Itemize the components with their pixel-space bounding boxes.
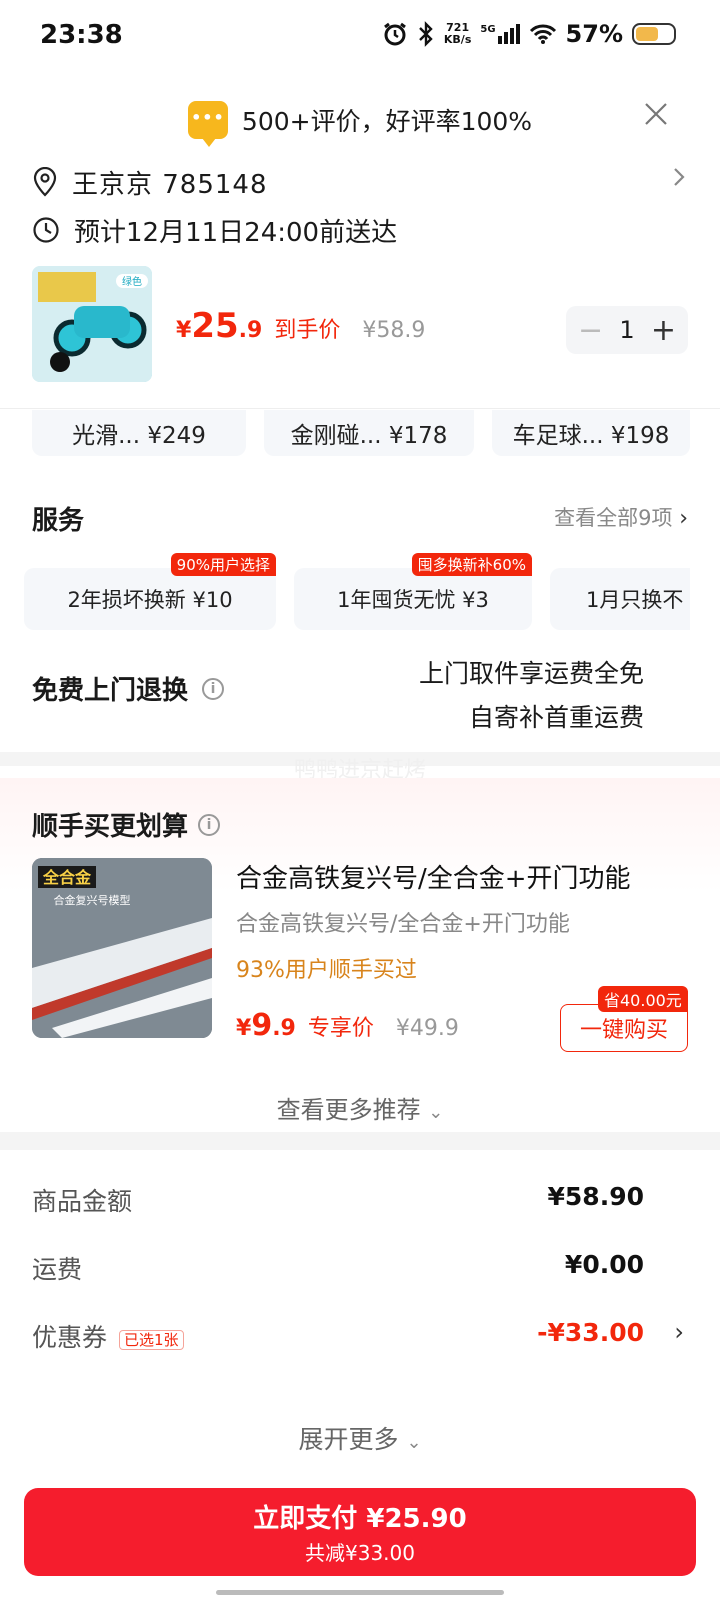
divider	[0, 408, 720, 409]
service-badge: 囤多换新补60%	[411, 553, 532, 576]
free-return-line1: 上门取件享运费全免	[418, 659, 644, 688]
toy-car-image: 绿色	[32, 266, 152, 382]
save-badge: 省40.00元	[598, 986, 688, 1012]
coupon-row[interactable]: 优惠券 已选1张	[32, 1318, 184, 1354]
qty-minus-button[interactable]: −	[578, 313, 603, 348]
service-option-label: 1年囤货无忧 ¥3	[337, 588, 489, 612]
chevron-right-icon[interactable]: ›	[674, 1318, 684, 1346]
shipping-label: 运费	[32, 1255, 83, 1284]
qty-plus-button[interactable]: +	[651, 313, 676, 348]
battery-percent: 57%	[565, 20, 623, 48]
address-row[interactable]: 王京京 785148	[32, 162, 692, 202]
addon-product-name[interactable]: 合金高铁复兴号/全合金+开门功能	[236, 858, 631, 895]
review-text: 500+评价，好评率100%	[241, 107, 533, 136]
pay-now-button[interactable]: 立即支付 ¥25.90 共减¥33.00	[24, 1488, 696, 1576]
status-icons: 721 KB/s 5G 57%	[382, 20, 676, 48]
clock-icon	[33, 217, 59, 243]
goods-amount-value: ¥58.90	[547, 1182, 644, 1211]
option-chip[interactable]: 车足球... ¥198	[492, 410, 690, 456]
original-price: ¥58.9	[362, 318, 426, 343]
see-more-label: 查看更多推荐	[276, 1096, 421, 1124]
addon-image-text: 全合金	[42, 868, 92, 887]
price-integer: 9	[251, 1008, 273, 1043]
chevron-right-icon: ›	[679, 506, 688, 531]
address-name-code: 王京京 785148	[72, 169, 268, 200]
price-label: 到手价	[274, 318, 341, 343]
network-speed: 721 KB/s	[443, 21, 472, 46]
chevron-down-icon: ⌄	[428, 1102, 444, 1123]
price-label: 专享价	[307, 1016, 374, 1041]
services-see-all[interactable]: 查看全部9项 ›	[554, 502, 688, 532]
addon-price-row: ¥ 9 .9 专享价 ¥49.9	[236, 1008, 459, 1043]
home-indicator[interactable]	[216, 1590, 504, 1595]
close-icon[interactable]	[642, 100, 670, 128]
addon-image-sub: 合金复兴号模型	[54, 893, 131, 907]
option-chip[interactable]: 金刚碰... ¥178	[264, 410, 474, 456]
addon-bought-together: 93%用户顺手买过	[236, 958, 417, 983]
see-more-recommendations[interactable]: 查看更多推荐 ⌄	[0, 1090, 720, 1125]
service-option-label: 1月只换不	[586, 588, 684, 612]
option-chip[interactable]: 光滑... ¥249	[32, 410, 246, 456]
section-divider	[0, 1132, 720, 1150]
quantity-stepper: − 1 +	[566, 306, 688, 354]
pay-discount-total: 共减¥33.00	[305, 1541, 415, 1565]
bluetooth-icon	[419, 21, 433, 47]
location-pin-icon	[33, 167, 57, 197]
cell-signal-icon: 5G	[480, 24, 520, 44]
price-currency: ¥	[236, 1016, 252, 1041]
info-icon[interactable]: i	[198, 813, 221, 836]
service-option[interactable]: 1月只换不	[550, 568, 690, 630]
battery-icon	[632, 23, 676, 45]
wifi-icon	[529, 24, 556, 44]
free-return-desc: 上门取件享运费全免 自寄补首重运费	[419, 652, 644, 740]
service-option[interactable]: 2年损坏换新 ¥10 90%用户选择	[24, 553, 276, 630]
coupon-selected-tag: 已选1张	[119, 1329, 184, 1350]
addon-title-label: 顺手买更划算	[32, 812, 189, 842]
delivery-eta: 预计12月11日24:00前送达	[74, 217, 398, 248]
services-see-all-label: 查看全部9项	[554, 506, 673, 530]
expand-more[interactable]: 展开更多 ⌄	[0, 1420, 720, 1456]
services-title: 服务	[32, 506, 85, 536]
price-currency: ¥	[176, 318, 192, 343]
status-time: 23:38	[40, 20, 123, 50]
goods-amount-label: 商品金额	[32, 1187, 133, 1216]
free-return-label: 免费上门退换	[32, 676, 189, 706]
delivery-eta-row: 预计12月11日24:00前送达	[32, 210, 397, 250]
service-option-label: 2年损坏换新 ¥10	[67, 588, 233, 612]
product-image-label: 绿色	[122, 275, 142, 288]
chevron-right-icon[interactable]	[672, 166, 686, 188]
product-price-row: ¥ 25 .9 到手价 ¥58.9	[176, 306, 425, 346]
coupon-label: 优惠券	[32, 1323, 108, 1352]
info-icon[interactable]: i	[202, 677, 225, 700]
train-model-image: 全合金 合金复兴号模型	[32, 858, 212, 1038]
product-image[interactable]: 绿色	[32, 266, 152, 382]
service-option[interactable]: 1年囤货无忧 ¥3 囤多换新补60%	[294, 553, 532, 630]
free-return-title: 免费上门退换 i	[32, 670, 225, 707]
addon-product-image[interactable]: 全合金 合金复兴号模型	[32, 858, 212, 1038]
service-badge: 90%用户选择	[170, 553, 276, 576]
addon-title: 顺手买更划算 i	[32, 806, 221, 843]
free-return-line2: 自寄补首重运费	[468, 703, 644, 732]
review-banner: ••• 500+评价，好评率100%	[0, 98, 720, 147]
addon-product-spec: 合金高铁复兴号/全合金+开门功能	[236, 912, 570, 937]
expand-more-label: 展开更多	[298, 1425, 399, 1454]
price-decimal: .9	[272, 1016, 296, 1041]
coupon-value[interactable]: -¥33.00	[537, 1318, 644, 1347]
chevron-down-icon: ⌄	[406, 1432, 422, 1453]
qty-value[interactable]: 1	[619, 316, 634, 344]
original-price: ¥49.9	[395, 1016, 459, 1041]
price-integer: 25	[191, 306, 239, 346]
price-decimal: .9	[238, 318, 263, 343]
chat-bubble-icon: •••	[187, 101, 228, 147]
status-bar: 23:38 721 KB/s 5G 57%	[0, 0, 720, 76]
shipping-value: ¥0.00	[564, 1250, 644, 1279]
alarm-icon	[383, 22, 406, 46]
pay-now-label: 立即支付 ¥25.90	[253, 1504, 467, 1534]
